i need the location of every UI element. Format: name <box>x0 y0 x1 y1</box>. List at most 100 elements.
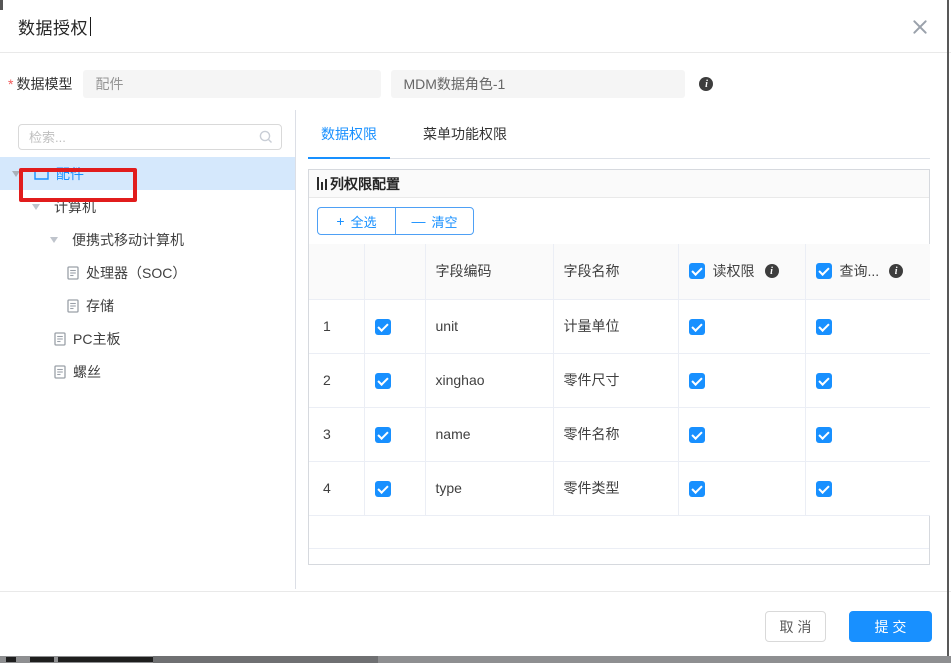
document-icon <box>67 266 79 280</box>
read-checkbox[interactable] <box>689 427 705 443</box>
table-row: 4 type 零件类型 <box>309 461 930 515</box>
data-authorization-dialog: 数据授权 * 数据模型 <box>0 0 951 663</box>
query-checkbox[interactable] <box>816 319 832 335</box>
data-role-input[interactable] <box>391 70 685 98</box>
tab-menu-permission[interactable]: 菜单功能权限 <box>410 110 520 158</box>
dialog-title: 数据授权 <box>18 14 88 39</box>
screen-corner-artifact <box>0 0 3 10</box>
table-header-row: 字段编码 字段名称 读权限 查询... <box>309 244 930 299</box>
tree-item-label: 处理器（SOC） <box>86 263 186 283</box>
read-header-label: 读权限 <box>713 261 755 281</box>
col-query-header: 查询... <box>805 244 930 299</box>
tree-item-label: 便携式移动计算机 <box>72 230 184 250</box>
field-code: type <box>425 461 553 515</box>
text-cursor <box>90 17 91 36</box>
dialog-footer: 取 消 提 交 <box>0 591 951 642</box>
tree-item-label: 配件 <box>56 164 84 184</box>
tree-item-label: 螺丝 <box>73 362 101 382</box>
required-asterisk: * <box>8 76 13 92</box>
tree-item-peijian[interactable]: 配件 <box>0 157 295 190</box>
document-icon <box>54 332 66 346</box>
tree-item-pczhuban[interactable]: PC主板 <box>0 322 295 355</box>
field-code: name <box>425 407 553 461</box>
row-checkbox[interactable] <box>375 373 391 389</box>
read-all-checkbox[interactable] <box>689 263 705 279</box>
query-checkbox[interactable] <box>816 427 832 443</box>
section-header: 列权限配置 <box>309 170 929 198</box>
model-tree: 配件 计算机 便携式移动计算机 处理器（SOC） <box>0 157 295 388</box>
field-name: 零件尺寸 <box>553 353 678 407</box>
query-info-icon[interactable] <box>889 264 903 278</box>
data-model-input[interactable] <box>83 70 381 98</box>
section-title: 列权限配置 <box>330 174 400 194</box>
table-row: 3 name 零件名称 <box>309 407 930 461</box>
table-row: 1 unit 计量单位 <box>309 299 930 353</box>
tree-item-label: 存储 <box>86 296 114 316</box>
row-checkbox[interactable] <box>375 319 391 335</box>
close-icon[interactable] <box>909 15 931 37</box>
document-icon <box>54 365 66 379</box>
row-index: 2 <box>309 353 364 407</box>
field-name: 零件类型 <box>553 461 678 515</box>
dialog-header: 数据授权 <box>0 0 951 53</box>
plus-icon: + <box>336 213 344 229</box>
read-checkbox[interactable] <box>689 481 705 497</box>
select-all-label: 全选 <box>351 212 377 231</box>
row-index: 3 <box>309 407 364 461</box>
read-checkbox[interactable] <box>689 319 705 335</box>
tree-item-chuliqi[interactable]: 处理器（SOC） <box>0 256 295 289</box>
folder-icon <box>34 167 49 180</box>
caret-down-icon[interactable] <box>12 171 20 177</box>
tree-item-cunchu[interactable]: 存储 <box>0 289 295 322</box>
search-input[interactable] <box>18 124 282 150</box>
permission-tabs: 数据权限 菜单功能权限 <box>308 110 930 159</box>
col-index-header <box>309 244 364 299</box>
field-name: 计量单位 <box>553 299 678 353</box>
search-box <box>18 124 282 150</box>
field-name: 零件名称 <box>553 407 678 461</box>
col-checkbox-header <box>364 244 425 299</box>
query-all-checkbox[interactable] <box>816 263 832 279</box>
cancel-button[interactable]: 取 消 <box>765 611 826 642</box>
caret-down-icon[interactable] <box>50 237 58 243</box>
query-header-label: 查询... <box>840 261 880 281</box>
caret-down-icon[interactable] <box>32 204 40 210</box>
info-icon[interactable] <box>699 77 713 91</box>
tree-item-label: PC主板 <box>73 329 120 349</box>
tree-item-luosi[interactable]: 螺丝 <box>0 355 295 388</box>
search-icon <box>258 129 274 145</box>
row-index: 4 <box>309 461 364 515</box>
table-toolbar: + 全选 — 清空 <box>309 198 929 244</box>
submit-button[interactable]: 提 交 <box>849 611 932 642</box>
window-right-edge <box>947 0 949 656</box>
table-row: 2 xinghao 零件尺寸 <box>309 353 930 407</box>
tree-item-bianxieshi[interactable]: 便携式移动计算机 <box>0 223 295 256</box>
col-code-header: 字段编码 <box>425 244 553 299</box>
query-checkbox[interactable] <box>816 481 832 497</box>
empty-table-row <box>309 516 929 549</box>
clear-label: 清空 <box>431 212 457 231</box>
col-name-header: 字段名称 <box>553 244 678 299</box>
tree-item-jisuanji[interactable]: 计算机 <box>0 190 295 223</box>
dialog-body: 配件 计算机 便携式移动计算机 处理器（SOC） <box>0 110 951 589</box>
col-read-header: 读权限 <box>678 244 805 299</box>
document-icon <box>67 299 79 313</box>
field-code: xinghao <box>425 353 553 407</box>
query-checkbox[interactable] <box>816 373 832 389</box>
column-permission-box: 列权限配置 + 全选 — 清空 <box>308 169 930 565</box>
row-checkbox[interactable] <box>375 481 391 497</box>
permission-panel: 数据权限 菜单功能权限 列权限配置 + 全选 — 清空 <box>296 110 951 589</box>
column-permission-table: 字段编码 字段名称 读权限 查询... <box>309 244 930 516</box>
data-model-row: * 数据模型 <box>8 70 951 98</box>
row-checkbox[interactable] <box>375 427 391 443</box>
row-index: 1 <box>309 299 364 353</box>
field-code: unit <box>425 299 553 353</box>
data-model-label: 数据模型 <box>16 74 72 94</box>
read-checkbox[interactable] <box>689 373 705 389</box>
clear-button[interactable]: — 清空 <box>395 207 474 235</box>
select-all-button[interactable]: + 全选 <box>317 207 396 235</box>
model-tree-sidebar: 配件 计算机 便携式移动计算机 处理器（SOC） <box>0 110 296 589</box>
read-info-icon[interactable] <box>765 264 779 278</box>
minus-icon: — <box>411 213 425 229</box>
tab-data-permission[interactable]: 数据权限 <box>308 110 390 158</box>
